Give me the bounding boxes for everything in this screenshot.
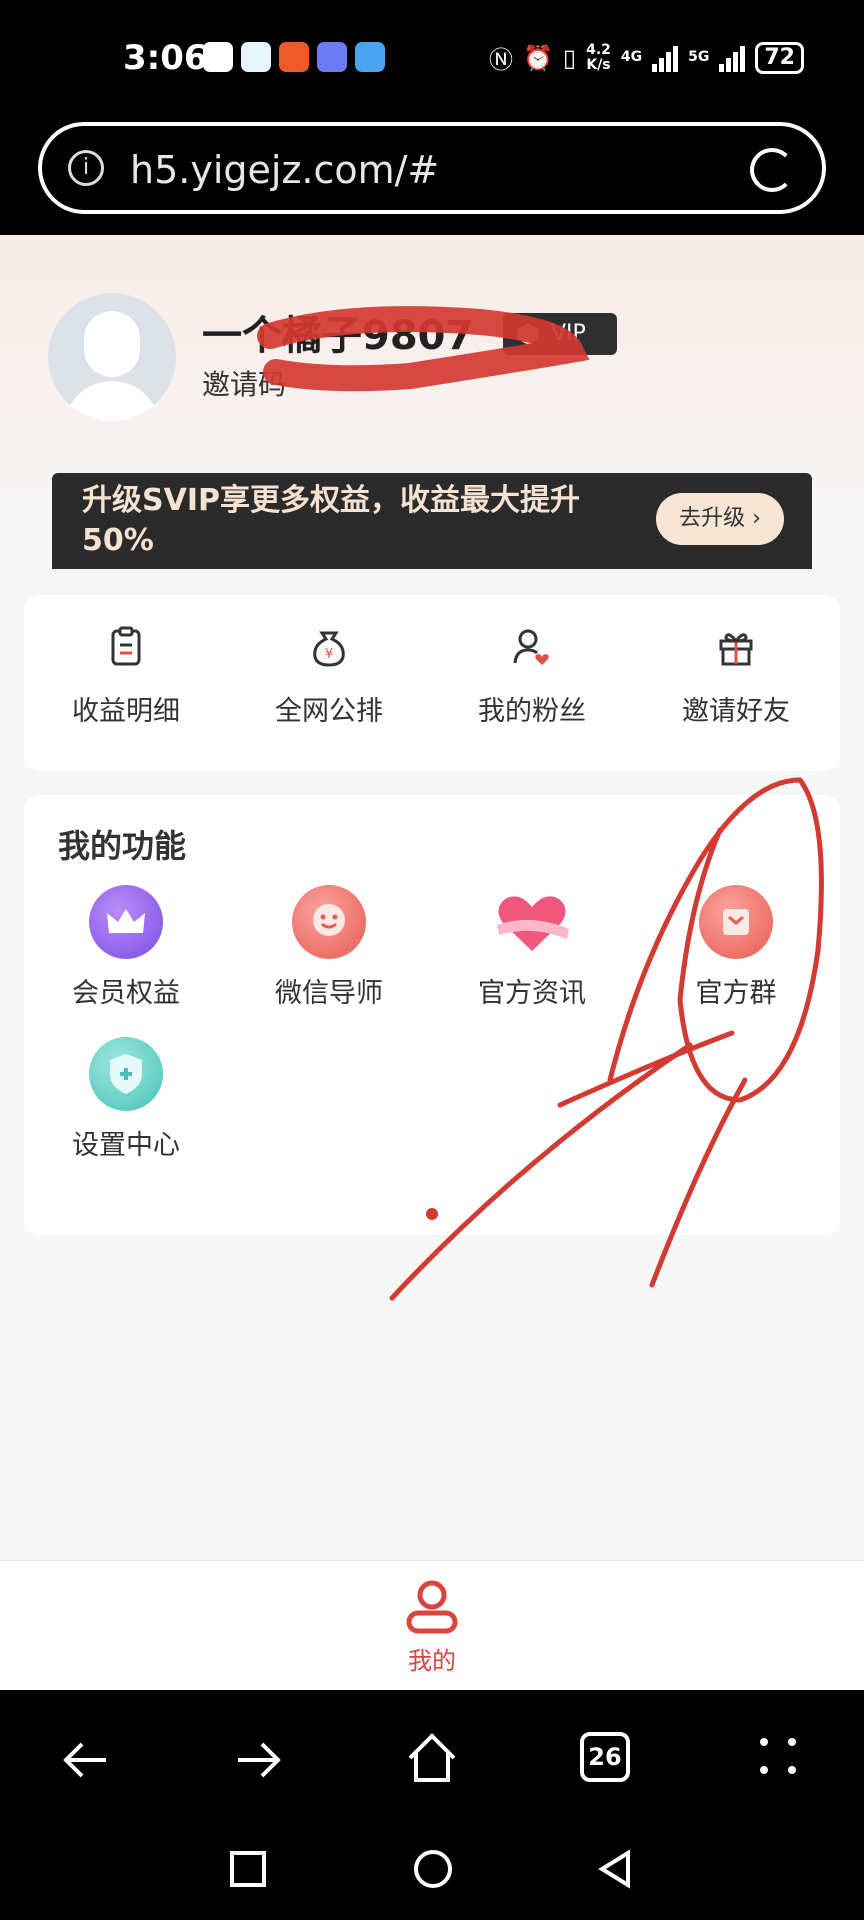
system-status-icons: Ⓝ ⏰ ▯ 4.2 K/s 4G 5G 72 (489, 40, 804, 75)
function-member-benefits[interactable]: 会员权益 (26, 885, 226, 1010)
alarm-icon: ⏰ (522, 43, 553, 72)
upgrade-button[interactable]: 去升级 › (656, 493, 784, 545)
quick-action-earnings[interactable]: 收益明细 (26, 625, 226, 728)
forward-arrow-icon[interactable] (232, 1734, 284, 1786)
person-icon (406, 1580, 458, 1634)
function-wechat-mentor[interactable]: 微信导师 (229, 885, 429, 1010)
home-circle-icon[interactable] (411, 1847, 455, 1891)
status-bar: 3:06 Ⓝ ⏰ ▯ 4.2 K/s 4G 5G 72 (0, 0, 864, 115)
battery-indicator: 72 (755, 41, 804, 74)
banner-text: 升级SVIP享更多权益，收益最大提升50% (82, 483, 580, 558)
smile-glyph (313, 904, 345, 936)
status-time: 3:06 (123, 38, 208, 78)
back-arrow-icon[interactable] (60, 1734, 112, 1786)
net-speed-value: 4.2 (586, 41, 611, 58)
bottom-tab-bar: 我的 (0, 1560, 864, 1690)
recents-icon[interactable] (228, 1849, 268, 1889)
clipboard-icon (111, 626, 141, 666)
function-label: 官方群 (695, 978, 777, 1009)
gift-icon (719, 633, 753, 666)
qq-icon (203, 42, 233, 72)
function-official-news[interactable]: 官方资讯 (432, 885, 632, 1010)
avatar-head (84, 311, 140, 377)
weather-app-icon (355, 42, 385, 72)
info-icon[interactable]: i (68, 150, 104, 186)
function-label: 官方资讯 (478, 978, 586, 1009)
signal-4g-label: 4G (620, 49, 643, 65)
reload-icon[interactable] (750, 148, 794, 192)
vibrate-icon: ▯ (562, 43, 577, 72)
address-bar[interactable]: i h5.yigejz.com/# (38, 122, 826, 214)
system-nav-bar (0, 1825, 864, 1920)
quick-action-fans[interactable]: 我的粉丝 (432, 625, 632, 728)
function-official-group[interactable]: 官方群 (636, 885, 836, 1010)
function-label: 会员权益 (72, 978, 180, 1009)
vip-label: VIP (551, 321, 586, 346)
money-bag-icon: ¥ (313, 631, 345, 667)
avatar[interactable] (48, 293, 176, 421)
heart-icon (489, 885, 575, 959)
back-triangle-icon[interactable] (594, 1847, 638, 1891)
more-menu-icon[interactable] (756, 1734, 800, 1778)
group-glyph (723, 909, 749, 935)
function-settings[interactable]: 设置中心 (26, 1037, 226, 1162)
vip-gem-icon (517, 323, 539, 345)
function-label: 微信导师 (275, 978, 383, 1009)
quick-action-label: 邀请好友 (682, 696, 790, 727)
username: 一个橘子9807 (202, 313, 474, 359)
svg-text:¥: ¥ (325, 647, 333, 662)
nfc-icon: Ⓝ (488, 46, 513, 74)
user-heart-icon (513, 629, 549, 665)
crown-glyph (107, 909, 145, 933)
crown-icon (89, 885, 163, 959)
page-content: 一个橘子9807 VIP 邀请码 升级SVIP享更多权益，收益最大提升50% 去… (0, 235, 864, 1560)
home-icon[interactable] (404, 1730, 460, 1786)
notification-icons (203, 42, 385, 72)
quick-action-label: 我的粉丝 (478, 696, 586, 727)
quick-actions-card: 收益明细 ¥ 全网公排 我的粉丝 邀请好友 (24, 595, 840, 771)
smile-icon (292, 885, 366, 959)
avatar-body (64, 381, 160, 421)
quick-action-label: 收益明细 (72, 696, 180, 727)
svip-banner[interactable]: 升级SVIP享更多权益，收益最大提升50% 去升级 › (52, 473, 812, 569)
phone-screen: 3:06 Ⓝ ⏰ ▯ 4.2 K/s 4G 5G 72 i h5.yigejz.… (0, 0, 864, 1920)
signal-5g-label: 5G (688, 49, 710, 65)
shield-glyph (110, 1054, 142, 1094)
group-icon (699, 885, 773, 959)
quick-action-label: 全网公排 (275, 696, 383, 727)
net-speed-unit: K/s (586, 56, 611, 73)
shield-icon (89, 1037, 163, 1111)
music-app-icon (317, 42, 347, 72)
function-label: 设置中心 (72, 1130, 180, 1161)
tab-label: 我的 (408, 1647, 456, 1675)
tab-mine[interactable]: 我的 (392, 1577, 472, 1676)
quick-action-invite[interactable]: 邀请好友 (636, 625, 836, 728)
net-speed: 4.2 K/s (586, 41, 611, 73)
chat-app-icon (241, 42, 271, 72)
vip-badge: VIP (503, 313, 617, 355)
my-functions-card: 我的功能 会员权益 微信导师 官方资讯 官方群 设置中心 (24, 795, 840, 1235)
app-orange-icon (279, 42, 309, 72)
tabs-count-button[interactable]: 26 (580, 1732, 630, 1782)
browser-toolbar: 26 (0, 1690, 864, 1825)
signal-bars-icon (652, 44, 679, 72)
url-text[interactable]: h5.yigejz.com/# (130, 148, 439, 192)
section-title: 我的功能 (58, 827, 187, 865)
heart-glyph (497, 896, 569, 951)
invite-code: 邀请码 (202, 368, 287, 401)
quick-action-public-queue[interactable]: ¥ 全网公排 (229, 625, 429, 728)
signal-bars-icon (719, 44, 746, 72)
